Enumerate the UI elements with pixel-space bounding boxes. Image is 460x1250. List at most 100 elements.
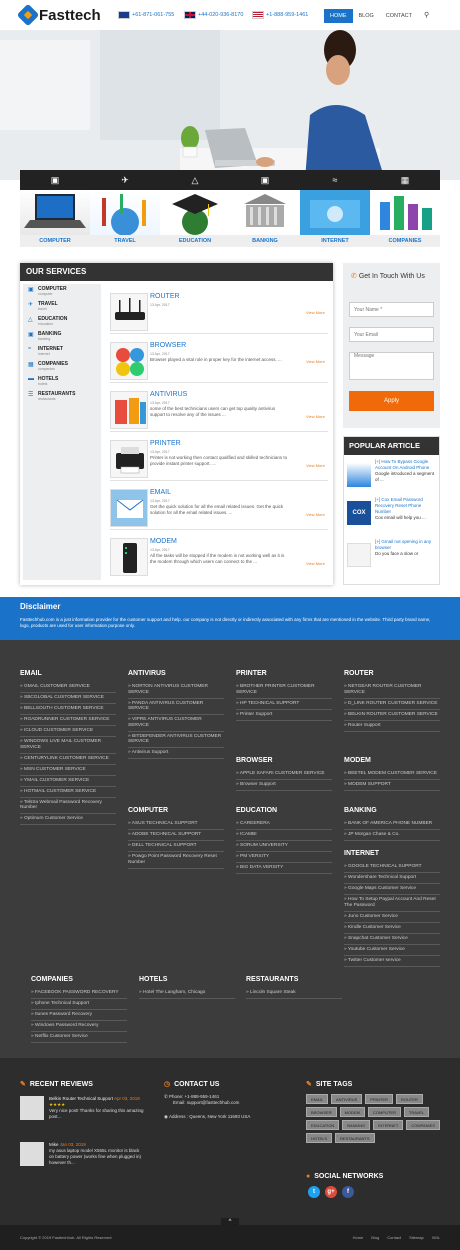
message-field[interactable] xyxy=(349,352,434,380)
tag-email[interactable]: EMAIL xyxy=(306,1094,329,1104)
service-menu-computer[interactable]: ▣ COMPUTER computer xyxy=(28,286,67,296)
service-name[interactable]: BROWSER xyxy=(150,342,186,349)
view-more-link[interactable]: View More xyxy=(306,561,325,566)
footer-link[interactable]: » BITDEFENDER ANTIVIRUS CUSTOMER SERVICE xyxy=(128,732,224,748)
tag-hotels[interactable]: HOTELS xyxy=(306,1133,333,1143)
service-menu-education[interactable]: △ EDUCATION education xyxy=(28,316,67,326)
footer-link[interactable]: » CAREERERA xyxy=(236,819,332,830)
browser-thumbnail[interactable] xyxy=(110,342,148,380)
contact-email[interactable]: Email: support@fasttechhub.com xyxy=(173,1100,239,1106)
footer-link[interactable]: » Snapchat Customer Service xyxy=(344,934,440,945)
footer-link[interactable]: » Juno Customer Service xyxy=(344,912,440,923)
footer-link[interactable]: » Itunes Password Recovery xyxy=(31,1010,127,1021)
footer-link[interactable]: » SORUM UNIVERSITY xyxy=(236,841,332,852)
bottom-link-contact[interactable]: Contact xyxy=(387,1235,401,1240)
bottom-link-home[interactable]: Home xyxy=(353,1235,364,1240)
category-education[interactable]: EDUCATION xyxy=(160,235,230,247)
footer-link[interactable]: » HOTMAIL CUSTOMER SERVICE xyxy=(20,787,116,798)
tag-education[interactable]: EDUCATION xyxy=(306,1120,340,1130)
nav-home[interactable]: HOME xyxy=(324,9,353,23)
footer-link[interactable]: » BELLSOUTH CUSTOMER SERVICE xyxy=(20,704,116,715)
footer-link[interactable]: » MSN CUSTOMER SERVICE xyxy=(20,765,116,776)
article-title[interactable]: [+] Gmail not opening in any browser xyxy=(375,539,437,551)
category-companies[interactable]: COMPANIES xyxy=(370,235,440,247)
service-menu-hotels[interactable]: ▬ HOTELS hotels xyxy=(28,376,58,386)
service-name[interactable]: EMAIL xyxy=(150,489,171,496)
footer-link[interactable]: » CENTURYLINK CUSTOMER SERVICE xyxy=(20,754,116,765)
service-menu-banking[interactable]: ▣ BANKING banking xyxy=(28,331,61,341)
antivirus-thumbnail[interactable] xyxy=(110,391,148,429)
graduation-cap-icon[interactable]: △ xyxy=(160,170,230,190)
facebook-icon[interactable]: f xyxy=(342,1186,354,1198)
footer-link[interactable]: » Hotel The Langham, Chicago xyxy=(139,988,235,999)
footer-link[interactable]: » HP TECHNICAL SUPPORT xyxy=(236,699,332,710)
tag-travel[interactable]: TRAVEL xyxy=(403,1107,430,1117)
footer-link[interactable]: » DELL TECHNICAL SUPPORT xyxy=(128,841,224,852)
footer-link[interactable]: » Optimum Customer Service xyxy=(20,814,116,825)
footer-link[interactable]: » PM VERSITY xyxy=(236,852,332,863)
footer-link[interactable]: » Telstra Webmail Password Recovery Numb… xyxy=(20,798,116,814)
footer-link[interactable]: » How To Setup Paypal Account And Reset … xyxy=(344,895,440,912)
footer-link[interactable]: » ROADRUNNER CUSTOMER SERVICE xyxy=(20,715,116,726)
tag-modem[interactable]: MODEM xyxy=(339,1107,366,1117)
tag-router[interactable]: ROUTER xyxy=(395,1094,423,1104)
tag-banking[interactable]: BANKING xyxy=(342,1120,371,1130)
footer-link[interactable]: » D_LINK ROUTER CUSTOMER SERVICE xyxy=(344,699,440,710)
article-title[interactable]: [+] How To Bypass Google Account On Andr… xyxy=(375,459,437,471)
tag-internet[interactable]: INTERNET xyxy=(373,1120,404,1130)
apply-button[interactable]: Apply xyxy=(349,391,434,411)
service-name[interactable]: MODEM xyxy=(150,538,177,545)
tag-browser[interactable]: BROWSER xyxy=(306,1107,337,1117)
nav-blog[interactable]: BLOG xyxy=(353,9,380,23)
footer-link[interactable]: » VIPRE ANTIVIRUS CUSTOMER SERVICE xyxy=(128,715,224,732)
service-menu-internet[interactable]: ≈ INTERNET internet xyxy=(28,346,63,356)
travel-image[interactable] xyxy=(90,190,160,236)
tag-antivirus[interactable]: ANTIVIRUS xyxy=(331,1094,363,1104)
footer-link[interactable]: » BROTHER PRINTER CUSTOMER SERVICE xyxy=(236,682,332,699)
footer-link[interactable]: » ICAMBI xyxy=(236,830,332,841)
footer-link[interactable]: » SBCGLOBAL CUSTOMER SERVICE xyxy=(20,693,116,704)
article-thumbnail[interactable] xyxy=(347,543,371,567)
view-more-link[interactable]: View More xyxy=(306,463,325,468)
companies-image[interactable] xyxy=(370,190,440,235)
footer-link[interactable]: » ADOBE TECHNICAL SUPPORT xyxy=(128,830,224,841)
internet-image[interactable] xyxy=(300,190,370,235)
footer-link[interactable]: » Iphone Technical Support xyxy=(31,999,127,1010)
footer-link[interactable]: » JP Morgan Chase & Co. xyxy=(344,830,440,841)
search-icon[interactable]: ⚲ xyxy=(418,9,435,23)
view-more-link[interactable]: View More xyxy=(306,310,325,315)
service-name[interactable]: ANTIVIRUS xyxy=(150,391,187,398)
footer-link[interactable]: » Google Maps Customer Service xyxy=(344,884,440,895)
building-icon[interactable]: ▦ xyxy=(370,170,440,190)
footer-link[interactable]: » Twitter Customer service xyxy=(344,956,440,967)
category-travel[interactable]: TRAVEL xyxy=(90,235,160,247)
education-image[interactable] xyxy=(160,190,230,235)
footer-link[interactable]: » WINDOWS LIVE MAIL CUSTOMER SERVICE xyxy=(20,737,116,754)
footer-link[interactable]: » BEETEL MODEM CUSTOMER SERVICE xyxy=(344,769,440,780)
footer-link[interactable]: » MODEM SUPPORT xyxy=(344,780,440,791)
footer-link[interactable]: » FACEBOOK PASSWORD RECOVERY xyxy=(31,988,127,999)
footer-link[interactable]: » Printer Support xyxy=(236,710,332,721)
footer-link[interactable]: » PANDA ANTIVIRUS CUSTOMER SERVICE xyxy=(128,699,224,715)
bottom-link-blog[interactable]: Blog xyxy=(371,1235,379,1240)
twitter-icon[interactable]: t xyxy=(308,1186,320,1198)
wifi-icon[interactable]: ≈ xyxy=(300,170,370,190)
phone-uk[interactable]: +44-020-936-8170 xyxy=(184,11,243,19)
logo[interactable]: Fasttech xyxy=(16,3,101,27)
footer-link[interactable]: » ASUS TECHNICAL SUPPORT xyxy=(128,819,224,830)
money-icon[interactable]: ▣ xyxy=(230,170,300,190)
footer-link[interactable]: » NORTON ANTIVIRUS CUSTOMER SERVICE xyxy=(128,682,224,699)
footer-link[interactable]: » Browser Support xyxy=(236,780,332,791)
printer-thumbnail[interactable] xyxy=(110,440,148,478)
bottom-link-xml[interactable]: XML xyxy=(432,1235,440,1240)
review-author[interactable]: Belkin Router Technical Support xyxy=(49,1096,113,1101)
tag-companies[interactable]: COMPANIES xyxy=(406,1120,440,1130)
footer-link[interactable]: » NETGEAR ROUTER CUSTOMER SERVICE xyxy=(344,682,440,699)
category-internet[interactable]: INTERNET xyxy=(300,235,370,247)
footer-link[interactable]: » YMAIL CUSTOMER SERVICE xyxy=(20,776,116,787)
footer-link[interactable]: » Lincoln Square Steak xyxy=(246,988,342,999)
footer-link[interactable]: » Wondershare Technical Support xyxy=(344,873,440,884)
view-more-link[interactable]: View More xyxy=(306,414,325,419)
footer-link[interactable]: » Windows Password Recovery xyxy=(31,1021,127,1032)
phone-us[interactable]: +1-888-959-1461 xyxy=(252,11,308,19)
